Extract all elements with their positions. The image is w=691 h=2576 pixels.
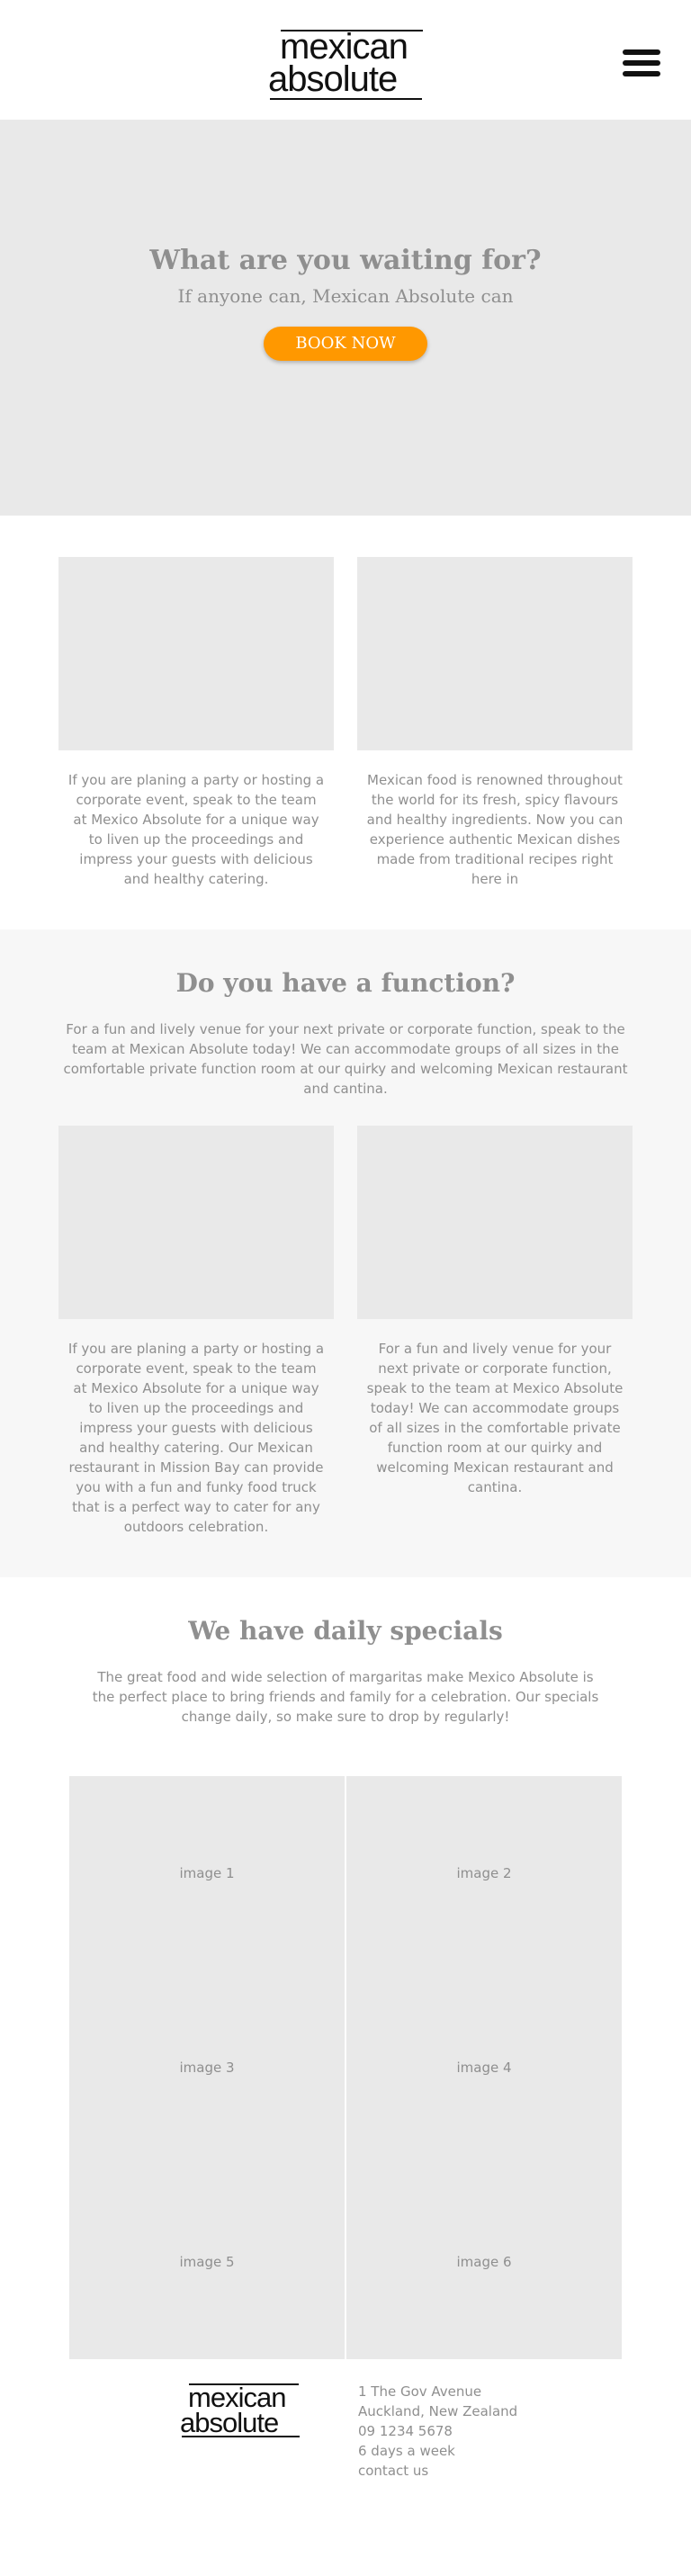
hero-subtitle: If anyone can, Mexican Absolute can — [177, 285, 514, 307]
special-image-1[interactable]: image 1 — [69, 1776, 345, 1970]
specials-section: We have daily specials The great food an… — [0, 1577, 691, 2364]
specials-description: The great food and wide selection of mar… — [92, 1669, 599, 1725]
menu-bar-3 — [623, 71, 660, 76]
menu-bar-1 — [623, 49, 660, 55]
card-text: For a fun and lively venue for your next… — [366, 1341, 624, 1495]
logo-line-2: absolute — [180, 2407, 279, 2438]
special-image-3[interactable]: image 3 — [69, 1970, 345, 2165]
card-image-placeholder — [357, 1126, 633, 1319]
intro-section: If you are planing a party or hosting a … — [0, 516, 691, 929]
card-image-placeholder — [58, 1126, 334, 1319]
logo-line-1: mexican — [188, 2382, 286, 2413]
footer-logo[interactable]: mexican absolute — [180, 2382, 301, 2438]
hamburger-menu-icon[interactable] — [623, 49, 660, 76]
specials-image-grid: image 1 image 2 image 3 image 4 image 5 … — [69, 1776, 622, 2359]
site-header: mexican absolute — [0, 0, 691, 120]
card-text: If you are planing a party or hosting a … — [67, 1341, 325, 1535]
hero-banner: What are you waiting for? If anyone can,… — [0, 120, 691, 516]
card-image-placeholder — [357, 557, 633, 750]
card-text: Mexican food is renowned throughout the … — [366, 772, 624, 887]
phone-number[interactable]: 09 1234 5678 — [358, 2421, 517, 2441]
site-footer: mexican absolute 1 The Gov Avenue Auckla… — [0, 2364, 691, 2576]
logo-top-rule — [189, 2383, 299, 2385]
logo-line-1: mexican — [280, 27, 408, 67]
address-line-1: 1 The Gov Avenue — [358, 2383, 482, 2400]
function-card: If you are planing a party or hosting a … — [58, 1126, 334, 1537]
logo-bottom-rule — [182, 2436, 300, 2437]
function-section: Do you have a function? For a fun and li… — [0, 929, 691, 1577]
special-image-4[interactable]: image 4 — [346, 1970, 622, 2165]
menu-bar-2 — [623, 60, 660, 66]
function-card: For a fun and lively venue for your next… — [357, 1126, 633, 1537]
logo-line-2: absolute — [268, 59, 398, 99]
card-image-placeholder — [58, 557, 334, 750]
card-text: If you are planing a party or hosting a … — [67, 772, 325, 887]
logo-bottom-rule — [270, 98, 422, 100]
special-image-2[interactable]: image 2 — [346, 1776, 622, 1970]
contact-us-link[interactable]: contact us — [358, 2461, 517, 2481]
site-logo[interactable]: mexican absolute — [268, 26, 426, 100]
footer-contact-info: 1 The Gov Avenue Auckland, New Zealand 0… — [358, 2382, 517, 2481]
logo-top-rule — [281, 30, 423, 31]
intro-card: If you are planing a party or hosting a … — [58, 557, 334, 889]
special-image-6[interactable]: image 6 — [346, 2165, 622, 2359]
specials-title: We have daily specials — [188, 1616, 503, 1646]
book-now-button[interactable]: BOOK NOW — [264, 327, 427, 361]
special-image-5[interactable]: image 5 — [69, 2165, 345, 2359]
hero-title: What are you waiting for? — [149, 245, 542, 276]
opening-hours: 6 days a week — [358, 2443, 455, 2459]
address-line-2: Auckland, New Zealand — [358, 2403, 518, 2419]
function-title: Do you have a function? — [175, 968, 516, 998]
function-description: For a fun and lively venue for your next… — [63, 1021, 628, 1097]
intro-card: Mexican food is renowned throughout the … — [357, 557, 633, 889]
